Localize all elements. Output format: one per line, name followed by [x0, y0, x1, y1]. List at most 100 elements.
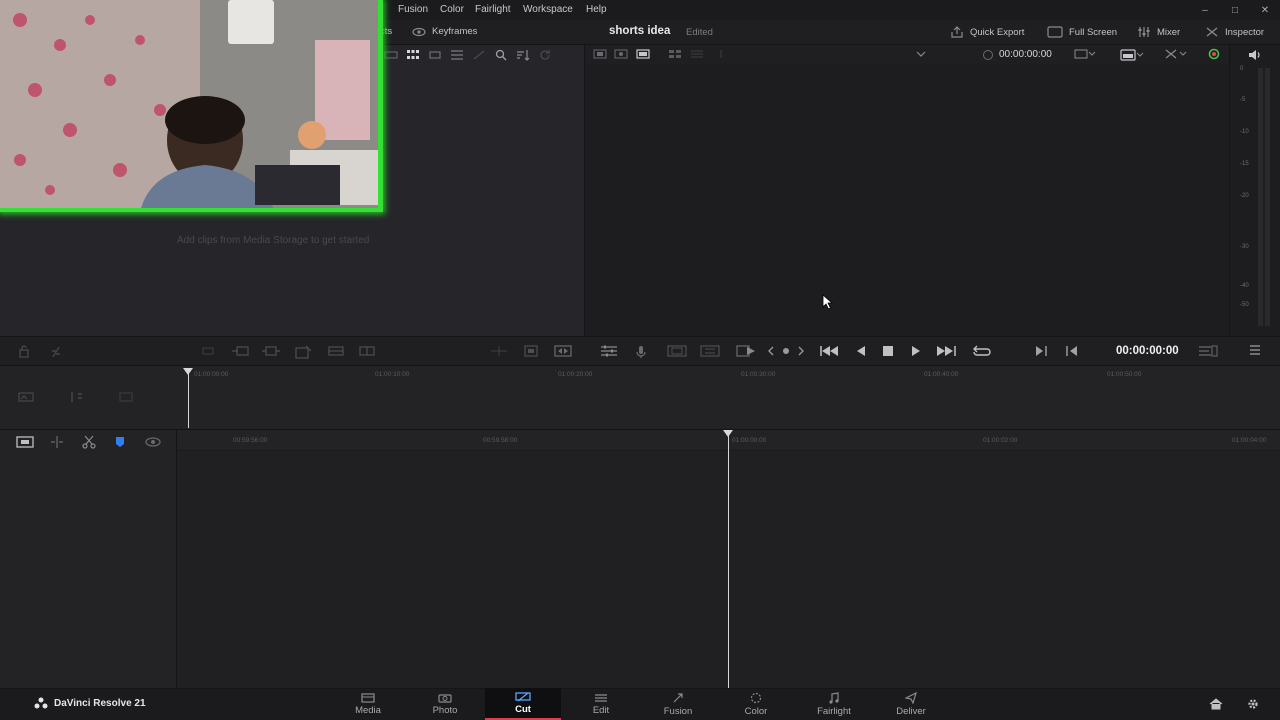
page-tab-label: Fairlight: [817, 705, 851, 717]
snap-icon[interactable]: [18, 345, 30, 359]
page-tab-cut[interactable]: Cut: [485, 688, 561, 720]
audio-track-icon[interactable]: [18, 390, 34, 404]
close-button[interactable]: ✕: [1250, 0, 1280, 20]
timecode-options-icon[interactable]: [1198, 345, 1218, 357]
menu-item-help[interactable]: Help: [586, 4, 607, 15]
mixer-button[interactable]: Mixer: [1137, 26, 1180, 38]
timeline-view-icon[interactable]: [668, 49, 682, 59]
playback-mode-icon[interactable]: [1120, 49, 1144, 61]
color-wheel-icon[interactable]: [1208, 48, 1220, 60]
transform-icon[interactable]: [1164, 48, 1188, 60]
inspector-button[interactable]: Inspector: [1205, 26, 1264, 38]
davinci-logo-icon: [34, 697, 48, 709]
inspector-label: Inspector: [1225, 26, 1265, 38]
keyframes-button[interactable]: Keyframes: [412, 26, 477, 37]
track-height-icon[interactable]: [68, 390, 84, 404]
page-tab-label: Photo: [432, 704, 458, 716]
page-tab-label: Media: [355, 704, 381, 716]
safe-area-icon[interactable]: [593, 49, 607, 59]
split-clip-icon[interactable]: [490, 345, 508, 357]
page-tab-fairlight[interactable]: Fairlight: [796, 688, 872, 720]
full-screen-icon: [1047, 26, 1063, 38]
page-tab-fusion[interactable]: Fusion: [640, 688, 716, 720]
ripple-overwrite-icon[interactable]: [261, 345, 281, 357]
full-screen-label: Full Screen: [1069, 26, 1118, 38]
meter-tick: -20: [1240, 193, 1249, 199]
filmstrip-view-icon[interactable]: [380, 45, 402, 65]
page-tab-label: Deliver: [896, 705, 926, 717]
menu-item-fusion[interactable]: Fusion: [398, 4, 428, 15]
page-tab-color[interactable]: Color: [718, 688, 794, 720]
minimize-button[interactable]: –: [1190, 0, 1220, 20]
overlay-icon[interactable]: [700, 345, 720, 357]
play-reverse-icon[interactable]: [855, 345, 867, 357]
mouse-cursor-icon: [822, 294, 834, 313]
metadata-view-icon[interactable]: [468, 45, 490, 65]
aspect-ratio-icon[interactable]: [1074, 49, 1096, 59]
source-clip-icon[interactable]: [614, 49, 628, 59]
mark-out-icon[interactable]: [1065, 345, 1079, 357]
grid-view-icon[interactable]: [690, 49, 704, 59]
voiceover-icon[interactable]: [635, 345, 649, 359]
go-to-end-icon[interactable]: [936, 345, 958, 357]
dynamic-zoom-icon[interactable]: [554, 345, 572, 357]
zoom-out-icon[interactable]: [118, 390, 134, 404]
stop-icon[interactable]: [882, 345, 894, 357]
maximize-button[interactable]: □: [1220, 0, 1250, 20]
lower-playhead[interactable]: [728, 434, 729, 688]
append-icon[interactable]: [231, 345, 249, 357]
photo-icon: [438, 693, 452, 703]
refresh-icon[interactable]: [534, 45, 556, 65]
play-icon[interactable]: [910, 345, 922, 357]
next-edit-icon[interactable]: [797, 345, 805, 357]
upper-playhead[interactable]: [188, 372, 189, 428]
meter-bar-left: [1258, 68, 1263, 326]
blade-icon[interactable]: [82, 435, 96, 449]
marker-dot-icon[interactable]: [781, 345, 791, 357]
trim-mode-icon[interactable]: [48, 435, 66, 449]
source-tape-icon[interactable]: [636, 49, 650, 59]
visibility-icon[interactable]: [145, 436, 161, 448]
mark-in-icon[interactable]: [1034, 345, 1048, 357]
sort-icon[interactable]: [512, 45, 534, 65]
fast-review-icon[interactable]: [736, 345, 756, 357]
loop-icon[interactable]: [971, 345, 991, 359]
thumbnail-view-icon[interactable]: [402, 45, 424, 65]
upper-ruler[interactable]: 01:00:00:00 01:00:10:00 01:00:20:00 01:0…: [177, 366, 1280, 380]
audio-split-icon[interactable]: [716, 49, 726, 59]
home-icon[interactable]: [1209, 698, 1223, 710]
page-tab-deliver[interactable]: Deliver: [873, 688, 949, 720]
search-icon[interactable]: [490, 45, 512, 65]
strip-view-icon[interactable]: [424, 45, 446, 65]
speaker-icon[interactable]: [1248, 49, 1262, 61]
viewer-dropdown-icon[interactable]: [916, 50, 926, 58]
place-on-top-icon[interactable]: [327, 345, 345, 357]
audio-settings-icon[interactable]: [600, 345, 618, 357]
full-screen-button[interactable]: Full Screen: [1047, 26, 1117, 38]
trim-icon[interactable]: [524, 345, 538, 357]
safe-guides-icon[interactable]: [667, 345, 687, 357]
source-overwrite-icon[interactable]: [358, 345, 376, 357]
close-up-icon[interactable]: [294, 345, 314, 359]
menu-item-color[interactable]: Color: [440, 4, 464, 15]
meter-tick: -10: [1240, 129, 1249, 135]
marker-icon[interactable]: [114, 435, 126, 449]
link-icon[interactable]: [50, 345, 62, 359]
go-to-start-icon[interactable]: [819, 345, 839, 357]
viewer-canvas[interactable]: [586, 65, 1229, 336]
previous-edit-icon[interactable]: [767, 345, 775, 357]
page-tab-edit[interactable]: Edit: [563, 688, 639, 720]
track-view-icon[interactable]: [16, 435, 34, 449]
page-tab-media[interactable]: Media: [330, 688, 406, 720]
window-controls: – □ ✕: [1190, 0, 1280, 20]
track-header: [0, 430, 177, 688]
page-tab-photo[interactable]: Photo: [407, 688, 483, 720]
options-menu-icon[interactable]: [1249, 345, 1261, 355]
smart-insert-icon[interactable]: [202, 345, 214, 357]
menu-item-workspace[interactable]: Workspace: [523, 4, 573, 15]
menu-item-fairlight[interactable]: Fairlight: [475, 4, 511, 15]
list-view-icon[interactable]: [446, 45, 468, 65]
media-pool-toolbar: [380, 45, 585, 65]
settings-gear-icon[interactable]: [1246, 697, 1260, 711]
quick-export-button[interactable]: Quick Export: [950, 26, 1024, 38]
